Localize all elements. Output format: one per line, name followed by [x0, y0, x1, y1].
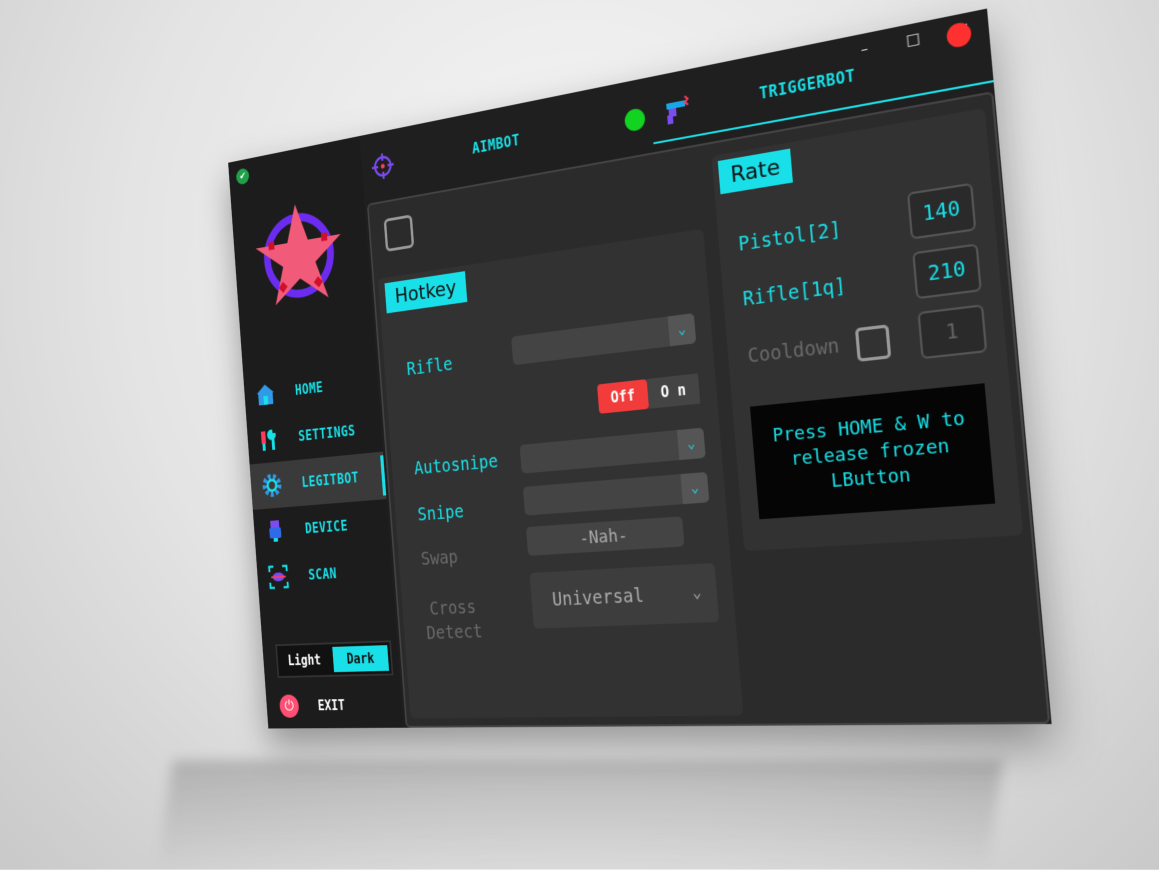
- autosnipe-label: Autosnipe: [413, 450, 499, 480]
- autosnipe-value: [521, 443, 705, 460]
- toggle-on-option[interactable]: O n: [646, 373, 701, 409]
- cooldown-input[interactable]: 1: [917, 304, 988, 360]
- snipe-value: [524, 487, 708, 501]
- sidebar-item-label: SCAN: [307, 565, 338, 584]
- crosshair-icon: [369, 148, 398, 184]
- chevron-down-icon: ⌄: [691, 582, 703, 602]
- window-reflection: [157, 760, 1003, 870]
- hotkey-card: Hotkey Rifle ⌄ Off O n Autosnipe ⌄ Snipe: [377, 228, 744, 719]
- pistol-label: Pistol[2]: [737, 218, 843, 256]
- tab-aimbot-label: AIMBOT: [471, 131, 521, 158]
- autosnipe-dropdown[interactable]: ⌄: [519, 427, 706, 474]
- scan-icon: [267, 563, 291, 591]
- swap-dropdown[interactable]: -Nah-: [525, 516, 685, 556]
- snipe-label: Snipe: [416, 501, 465, 526]
- rate-title: Rate: [717, 148, 794, 195]
- pistol-rate-input[interactable]: 140: [906, 182, 977, 240]
- exit-button[interactable]: ⏻ EXIT: [278, 694, 346, 718]
- sidebar-item-label: SETTINGS: [297, 422, 356, 445]
- cross-label: Cross: [428, 596, 477, 620]
- rifle-hotkey-value: [512, 328, 695, 351]
- usb-icon: [263, 517, 287, 545]
- gear-icon: [260, 471, 283, 499]
- chevron-down-icon: ⌄: [667, 313, 697, 347]
- chevron-down-icon: ⌄: [676, 427, 706, 461]
- cross-detect-dropdown[interactable]: Universal ⌄: [529, 563, 720, 629]
- release-notice: Press HOME & W to release frozen LButton: [749, 383, 996, 520]
- star-logo-icon: [251, 193, 347, 313]
- theme-light-option[interactable]: Light: [277, 644, 332, 676]
- hotkey-title: Hotkey: [384, 271, 468, 314]
- app-window: ✔ HOME SETTINGS LEGITBOT DEVICE SCAN Lig…: [228, 8, 1052, 729]
- cooldown-checkbox[interactable]: [854, 324, 892, 362]
- theme-switch[interactable]: Light Dark: [275, 640, 394, 678]
- enable-checkbox[interactable]: [383, 214, 415, 252]
- rifle-rate-input[interactable]: 210: [912, 243, 982, 300]
- cross-detect-value: Universal: [551, 584, 645, 611]
- content-panel: Hotkey Rifle ⌄ Off O n Autosnipe ⌄ Snipe: [366, 91, 1051, 728]
- tab-triggerbot-label: TRIGGERBOT: [758, 66, 857, 104]
- sidebar-nav: HOME SETTINGS LEGITBOT DEVICE SCAN: [243, 357, 393, 601]
- rate-card: Rate Pistol[2] 140 Rifle[1q] 210 Cooldow…: [711, 108, 1024, 552]
- swap-label: Swap: [420, 546, 459, 570]
- power-icon: ⏻: [278, 694, 300, 718]
- swap-value: -Nah-: [578, 524, 629, 549]
- rifle-rate-label: Rifle[1q]: [742, 274, 847, 311]
- cooldown-label: Cooldown: [746, 334, 841, 368]
- tools-icon: [257, 425, 280, 454]
- exit-label: EXIT: [317, 697, 346, 714]
- rifle-label: Rifle: [406, 353, 454, 380]
- revolver-icon: [659, 90, 693, 130]
- shield-check-icon: ✔: [235, 167, 250, 186]
- detect-label: Detect: [425, 621, 484, 644]
- snipe-dropdown[interactable]: ⌄: [522, 471, 710, 516]
- toggle-off-option[interactable]: Off: [596, 379, 650, 414]
- sidebar-item-scan[interactable]: SCAN: [256, 547, 394, 601]
- sidebar-item-label: LEGITBOT: [301, 469, 360, 491]
- sidebar-item-label: DEVICE: [304, 517, 349, 537]
- rifle-hotkey-dropdown[interactable]: ⌄: [511, 313, 697, 366]
- home-icon: [254, 380, 277, 409]
- theme-dark-option[interactable]: Dark: [332, 645, 390, 673]
- sidebar-item-label: HOME: [294, 379, 324, 399]
- chevron-down-icon: ⌄: [680, 471, 710, 505]
- autosnipe-toggle[interactable]: Off O n: [596, 373, 701, 414]
